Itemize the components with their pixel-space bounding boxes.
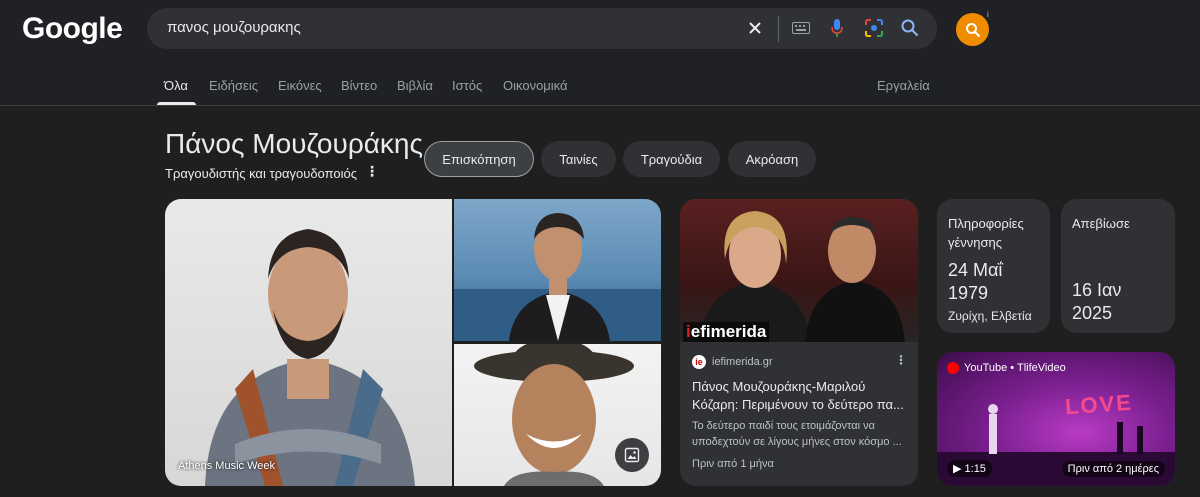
death-date-day: 16 Ιαν <box>1072 280 1122 300</box>
tools-button[interactable]: Εργαλεία <box>877 78 930 93</box>
tab-all[interactable]: Όλα <box>164 78 188 93</box>
death-label: Απεβίωσε <box>1072 216 1130 231</box>
video-source: YouTube • TlifeVideo <box>947 362 1066 374</box>
couple-illustration <box>700 211 905 342</box>
info-icon: i <box>987 10 989 19</box>
source-favicon-icon: ie <box>692 355 706 369</box>
video-card[interactable]: LOVE YouTube • TlifeVideo ▶ 1:15 Πριν απ… <box>937 352 1175 486</box>
microphone-icon[interactable] <box>825 16 849 40</box>
photo-hat[interactable] <box>454 344 661 486</box>
search-tabs: Όλα Ειδήσεις Εικόνες Βίντεο Βιβλία Ιστός… <box>0 62 1200 106</box>
active-tab-indicator <box>157 102 196 105</box>
avatar-search-icon <box>965 22 980 37</box>
photo-sea[interactable] <box>454 199 661 341</box>
more-options-icon[interactable]: ⋮ <box>365 163 379 180</box>
entity-title: Πάνος Μουζουράκης <box>165 128 424 159</box>
portrait-sea-illustration <box>454 213 661 341</box>
lens-icon[interactable] <box>862 16 886 40</box>
news-snippet: Το δεύτερο παιδί τους ετοιμάζονται να υπ… <box>692 420 902 448</box>
tab-books[interactable]: Βιβλία <box>397 78 433 93</box>
brand-rest: efimerida <box>690 322 767 341</box>
video-duration-label: 1:15 <box>964 463 986 475</box>
video-source-label: YouTube • TlifeVideo <box>964 362 1066 374</box>
tab-videos[interactable]: Βίντεο <box>341 78 377 93</box>
keyboard-icon[interactable] <box>789 16 813 40</box>
chip-movies[interactable]: Ταινίες <box>541 141 616 177</box>
stage-sign: LOVE <box>1064 389 1134 420</box>
chip-songs[interactable]: Τραγούδια <box>623 141 720 177</box>
chip-listen[interactable]: Ακρόαση <box>728 141 816 177</box>
news-image: iefimerida <box>680 199 918 342</box>
death-card[interactable]: Απεβίωσε 16 Ιαν 2025 <box>1061 199 1175 333</box>
birth-label: Πληροφορίες γέννησης <box>948 216 1024 250</box>
news-title[interactable]: Πάνος Μουζουράκης-Μαριλού Κόζαρη: Περιμέ… <box>692 378 908 414</box>
header: Google πανος μουζουρακης i <box>0 0 1200 62</box>
birth-card[interactable]: Πληροφορίες γέννησης 24 Μαΐ 1979 Ζυρίχη,… <box>937 199 1050 333</box>
birth-date-day: 24 Μαΐ <box>948 260 1003 280</box>
tab-images[interactable]: Εικόνες <box>278 78 322 93</box>
search-box[interactable]: πανος μουζουρακης <box>147 8 937 49</box>
birth-place: Ζυρίχη, Ελβετία <box>948 309 1032 323</box>
search-divider <box>778 16 779 42</box>
tab-finance[interactable]: Οικονομικά <box>503 78 568 93</box>
image-icon <box>624 447 640 463</box>
video-duration: ▶ 1:15 <box>947 460 992 477</box>
birth-date-year: 1979 <box>948 283 989 303</box>
view-images-button[interactable] <box>615 438 649 472</box>
main-photo[interactable]: Athens Music Week <box>165 199 452 486</box>
news-more-icon[interactable]: ⋮ <box>895 353 907 367</box>
google-logo[interactable]: Google <box>22 12 123 46</box>
search-icon[interactable] <box>898 16 922 40</box>
youtube-icon <box>947 362 959 374</box>
tab-news[interactable]: Ειδήσεις <box>209 78 258 93</box>
portrait-illustration <box>205 229 415 486</box>
tab-web[interactable]: Ιστός <box>452 78 482 93</box>
news-card[interactable]: iefimerida ie iefimerida.gr ⋮ Πάνος Μουζ… <box>680 199 918 486</box>
news-source[interactable]: iefimerida.gr <box>712 356 773 368</box>
news-brand-logo: iefimerida <box>683 322 770 342</box>
account-avatar[interactable] <box>956 13 989 46</box>
entity-subtitle: Τραγουδιστής και τραγουδοποιός <box>165 166 358 181</box>
search-input[interactable]: πανος μουζουρακης <box>167 19 301 36</box>
chip-overview[interactable]: Επισκόπηση <box>424 141 534 177</box>
image-caption: Athens Music Week <box>178 460 276 472</box>
video-time: Πριν από 2 ημέρες <box>1061 461 1165 477</box>
news-time: Πριν από 1 μήνα <box>692 458 774 470</box>
clear-icon[interactable] <box>743 16 767 40</box>
death-date-year: 2025 <box>1072 303 1113 323</box>
